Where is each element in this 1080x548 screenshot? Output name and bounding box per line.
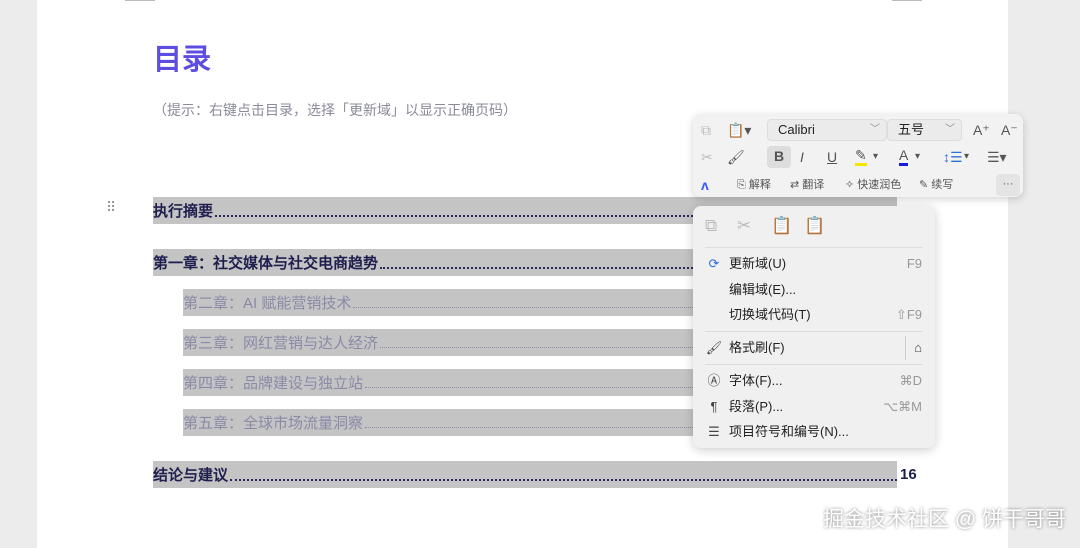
copy-icon[interactable]: ⧉	[705, 216, 717, 236]
format-painter-icon: 🖌	[705, 340, 723, 355]
menu-item-paragraph[interactable]: ¶ 段落(P)... ⌥⌘M	[693, 395, 935, 419]
menu-item-font[interactable]: Ⓐ 字体(F)... ⌘D	[693, 369, 935, 393]
font-color-icon[interactable]: A	[899, 147, 909, 166]
paste-text-only-icon[interactable]: 📋	[804, 216, 825, 236]
toc-page-number: 16	[900, 466, 917, 483]
drag-handle-icon[interactable]: ⠿	[106, 200, 117, 214]
menu-item-format-painter[interactable]: 🖌 格式刷(F) ⌂	[693, 336, 935, 360]
bold-button[interactable]: B	[767, 146, 791, 168]
toc-entry-text: 第二章：AI 赋能营销技术	[183, 295, 352, 312]
toc-entry-text: 执行摘要	[153, 203, 214, 220]
menu-item-update-field[interactable]: ⟳ 更新域(U) F9	[693, 252, 935, 276]
leader-dots	[230, 478, 897, 481]
floating-toolbar: ⧉ 📋▾ Calibri ﹀ 五号 ﹀ A⁺ A⁻ ✂ 🖌 B I U ✎ ▾ A ▾ …	[693, 114, 1023, 197]
more-button[interactable]: ···	[996, 174, 1020, 196]
decrease-font-icon[interactable]: A⁻	[1001, 120, 1018, 140]
menu-item-toggle-field-codes[interactable]: 切换域代码(T) ⇧F9	[693, 303, 935, 327]
paragraph-icon: ¶	[710, 399, 718, 414]
toc-entry-text: 第一章：社交媒体与社交电商趋势	[153, 255, 379, 272]
format-painter-icon[interactable]: 🖌	[727, 147, 745, 167]
highlight-icon[interactable]: ✎	[855, 147, 867, 166]
copy-icon[interactable]: ⧉	[701, 120, 711, 140]
toc-entry-text: 第五章：全球市场流量洞察	[183, 415, 364, 432]
continue-writing-button[interactable]: ✎ 续写	[919, 175, 953, 195]
underline-button[interactable]: U	[827, 147, 837, 167]
toc-entry[interactable]: 结论与建议	[153, 461, 897, 488]
toc-hint: （提示：右键点击目录，选择「更新域」以显示正确页码）	[153, 102, 517, 118]
cut-icon[interactable]: ✂	[737, 216, 751, 236]
paste-keep-format-icon[interactable]: 📋	[771, 216, 792, 236]
font-family-select[interactable]: Calibri ﹀	[767, 119, 887, 141]
list-icon: ☰	[708, 424, 720, 439]
toc-entry-text: 结论与建议	[153, 467, 229, 484]
toc-entry-text: 第四章：品牌建设与独立站	[183, 375, 364, 392]
font-icon: Ⓐ	[707, 373, 721, 388]
line-spacing-icon[interactable]: ↕☰	[943, 147, 963, 167]
explain-button[interactable]: ⎘ 解释	[737, 175, 771, 195]
menu-item-bullets-numbering[interactable]: ☰ 项目符号和编号(N)...	[693, 420, 935, 444]
translate-button[interactable]: ⇄ 翻译	[790, 175, 824, 195]
update-field-icon: ⟳	[708, 256, 720, 271]
toc-title: 目录	[153, 44, 212, 76]
polish-button[interactable]: ✧ 快速润色	[845, 175, 901, 195]
cut-icon[interactable]: ✂	[701, 147, 713, 167]
paste-icon[interactable]: 📋▾	[727, 120, 751, 140]
align-icon[interactable]: ☰▾	[987, 147, 1007, 167]
font-size-select[interactable]: 五号 ﹀	[887, 119, 962, 141]
margin-mark	[125, 0, 155, 1]
toc-entry-text: 第三章：网红营销与达人经济	[183, 335, 379, 352]
margin-mark	[892, 0, 922, 1]
italic-button[interactable]: I	[800, 147, 804, 167]
context-menu: ⧉ ✂ 📋 📋 ⟳ 更新域(U) F9 编辑域(E)... 切换域代码(T) ⇧F9 …	[693, 206, 935, 448]
format-painter-lock-icon: ⌂	[905, 336, 922, 360]
menu-item-edit-field[interactable]: 编辑域(E)...	[693, 278, 935, 302]
watermark: 掘金技术社区 @ 饼干哥哥	[823, 508, 1066, 531]
increase-font-icon[interactable]: A⁺	[973, 120, 990, 140]
ai-logo-icon[interactable]: ʌ	[701, 175, 709, 195]
